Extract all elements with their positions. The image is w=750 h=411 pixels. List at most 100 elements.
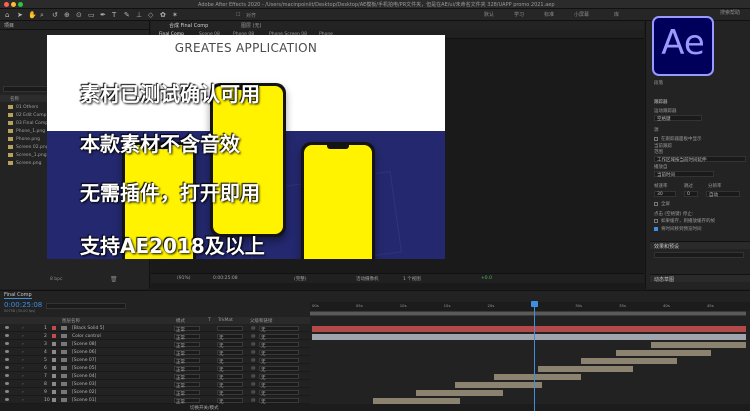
skip-field[interactable]: 0	[684, 191, 698, 197]
selection-tool-icon[interactable]: ➤	[17, 11, 23, 19]
visibility-eye-icon[interactable]	[5, 382, 9, 385]
visibility-eye-icon[interactable]	[5, 366, 9, 369]
layer-name[interactable]: [Black Solid 5]	[72, 326, 104, 331]
zoom-dropdown[interactable]: (91%)	[177, 276, 191, 281]
layer-row[interactable]: › 7 [Scene 04] 正常无 @ 无	[0, 373, 310, 381]
motion-sketch-section[interactable]: 动态草图	[650, 274, 750, 283]
camera-dropdown[interactable]: 活动摄像机	[356, 276, 379, 282]
layer-mode-dropdown[interactable]: 正常	[174, 333, 200, 341]
layer-duration-bar[interactable]	[372, 397, 460, 404]
viewer-timecode[interactable]: 0:00:25:08	[213, 276, 238, 281]
layer-parent-dropdown[interactable]: 无	[259, 397, 299, 405]
layer-name[interactable]: [Scene 06]	[72, 350, 96, 355]
playback-from-dropdown[interactable]: 当前时间	[654, 171, 714, 178]
expand-chevron-icon[interactable]: ›	[22, 342, 24, 347]
layer-row[interactable]: › 9 [Scene 02] 正常无 @ 无	[0, 389, 310, 397]
layer-trkmat-dropdown[interactable]: 无	[217, 365, 243, 373]
visibility-eye-icon[interactable]	[5, 374, 9, 377]
layer-parent-dropdown[interactable]: 无	[259, 341, 299, 349]
layer-label-color[interactable]	[52, 342, 56, 346]
layer-parent-dropdown[interactable]: 无	[259, 365, 299, 373]
layer-mode-dropdown[interactable]: 正常	[174, 365, 200, 373]
fullscreen-checkbox[interactable]	[654, 202, 658, 206]
workspace-libraries[interactable]: 库	[614, 11, 619, 18]
layer-duration-bar[interactable]	[455, 381, 543, 388]
tab-layer[interactable]: 图层 (无)	[241, 22, 262, 29]
layer-parent-dropdown[interactable]: 无	[259, 349, 299, 357]
effects-presets-section[interactable]: 效果和预设	[650, 241, 750, 250]
col-mode[interactable]: 模式	[176, 318, 185, 324]
timeline-search-input[interactable]	[46, 303, 126, 309]
layer-label-color[interactable]	[52, 358, 56, 362]
layer-trkmat-dropdown[interactable]: 无	[217, 341, 243, 349]
range-dropdown[interactable]: 工作区域按当前时间延伸	[654, 156, 746, 163]
layer-trkmat-dropdown[interactable]: 无	[217, 381, 243, 389]
workspace-learn[interactable]: 学习	[514, 11, 524, 18]
visibility-eye-icon[interactable]	[5, 390, 9, 393]
project-panel-title[interactable]: 项目	[0, 21, 149, 30]
layer-name[interactable]: [Scene 08]	[72, 342, 96, 347]
layer-duration-bar[interactable]	[650, 341, 746, 348]
layer-parent-dropdown[interactable]: 无	[259, 373, 299, 381]
layer-mode-dropdown[interactable]: 正常	[174, 357, 200, 365]
exposure-value[interactable]: +0.0	[481, 276, 492, 281]
trash-icon[interactable]: 🗑	[110, 276, 118, 283]
layer-parent-dropdown[interactable]: 无	[259, 325, 299, 333]
brush-tool-icon[interactable]: ✎	[124, 11, 130, 19]
effects-search-input[interactable]	[654, 252, 744, 258]
layer-name[interactable]: [Scene 04]	[72, 374, 96, 379]
pen-tool-icon[interactable]: ✒	[100, 11, 106, 19]
views-dropdown[interactable]: 1 个视图	[403, 276, 421, 282]
layer-label-color[interactable]	[52, 398, 56, 402]
layer-trkmat-dropdown[interactable]: 无	[217, 333, 243, 341]
layer-label-color[interactable]	[52, 382, 56, 386]
layer-row[interactable]: › 5 [Scene 07] 正常无 @ 无	[0, 357, 310, 365]
rectangle-tool-icon[interactable]: ▭	[88, 11, 95, 19]
work-area-bar[interactable]	[310, 311, 746, 316]
layer-trkmat-dropdown[interactable]: 无	[217, 397, 243, 405]
minimize-window-button[interactable]	[11, 2, 16, 7]
layer-name[interactable]: [Scene 02]	[72, 390, 96, 395]
layer-row[interactable]: › 2 Color control 正常无 @ 无	[0, 333, 310, 341]
time-ruler[interactable]: 00s05s10s15s20s25s30s35s40s45s	[310, 302, 750, 311]
playhead[interactable]	[531, 301, 538, 411]
frame-rate-field[interactable]: 30	[654, 191, 676, 197]
expand-chevron-icon[interactable]: ›	[22, 374, 24, 379]
layer-mode-dropdown[interactable]: 正常	[174, 325, 200, 333]
show-in-panel-checkbox[interactable]	[654, 137, 658, 141]
layer-mode-dropdown[interactable]: 正常	[174, 381, 200, 389]
resolution-dropdown[interactable]: (完整)	[294, 276, 307, 282]
layer-name[interactable]: [Scene 03]	[72, 382, 96, 387]
visibility-eye-icon[interactable]	[5, 358, 9, 361]
layer-duration-bar[interactable]	[537, 365, 634, 372]
layer-duration-bar[interactable]	[312, 333, 746, 340]
layer-trkmat-dropdown[interactable]	[217, 325, 243, 331]
col-layer-name[interactable]: 图层名称	[62, 318, 80, 324]
layer-row[interactable]: › 6 [Scene 05] 正常无 @ 无	[0, 365, 310, 373]
search-help[interactable]: 搜索帮助	[720, 9, 740, 16]
puppet-tool-icon[interactable]: ✶	[172, 11, 178, 19]
col-parent[interactable]: 父级和链接	[250, 318, 273, 324]
expand-chevron-icon[interactable]: ›	[22, 366, 24, 371]
close-window-button[interactable]	[4, 2, 9, 7]
layer-mode-dropdown[interactable]: 正常	[174, 349, 200, 357]
workspace-default[interactable]: 默认	[484, 11, 494, 18]
visibility-eye-icon[interactable]	[5, 342, 9, 345]
project-col-name[interactable]: 名称	[10, 96, 19, 102]
layer-row[interactable]: › 3 [Scene 08] 正常无 @ 无	[0, 341, 310, 349]
pickwhip-icon[interactable]: @	[251, 334, 256, 339]
layer-name[interactable]: [Scene 01]	[72, 398, 96, 403]
visibility-eye-icon[interactable]	[5, 334, 9, 337]
layer-trkmat-dropdown[interactable]: 无	[217, 357, 243, 365]
layer-duration-bar[interactable]	[416, 389, 503, 396]
toggle-switches-modes[interactable]: 切换开关/模式	[190, 405, 219, 411]
visibility-eye-icon[interactable]	[5, 398, 9, 401]
workspace-standard[interactable]: 标准	[544, 11, 554, 18]
hand-tool-icon[interactable]: ✋	[28, 11, 37, 19]
snap-icon[interactable]: ☐	[236, 12, 240, 18]
type-tool-icon[interactable]: T	[112, 11, 116, 19]
maximize-window-button[interactable]	[18, 2, 23, 7]
zoom-tool-icon[interactable]: ⌕	[40, 11, 44, 20]
workspace-small-screen[interactable]: 小屏幕	[574, 11, 589, 18]
layer-duration-bar[interactable]	[312, 325, 746, 332]
